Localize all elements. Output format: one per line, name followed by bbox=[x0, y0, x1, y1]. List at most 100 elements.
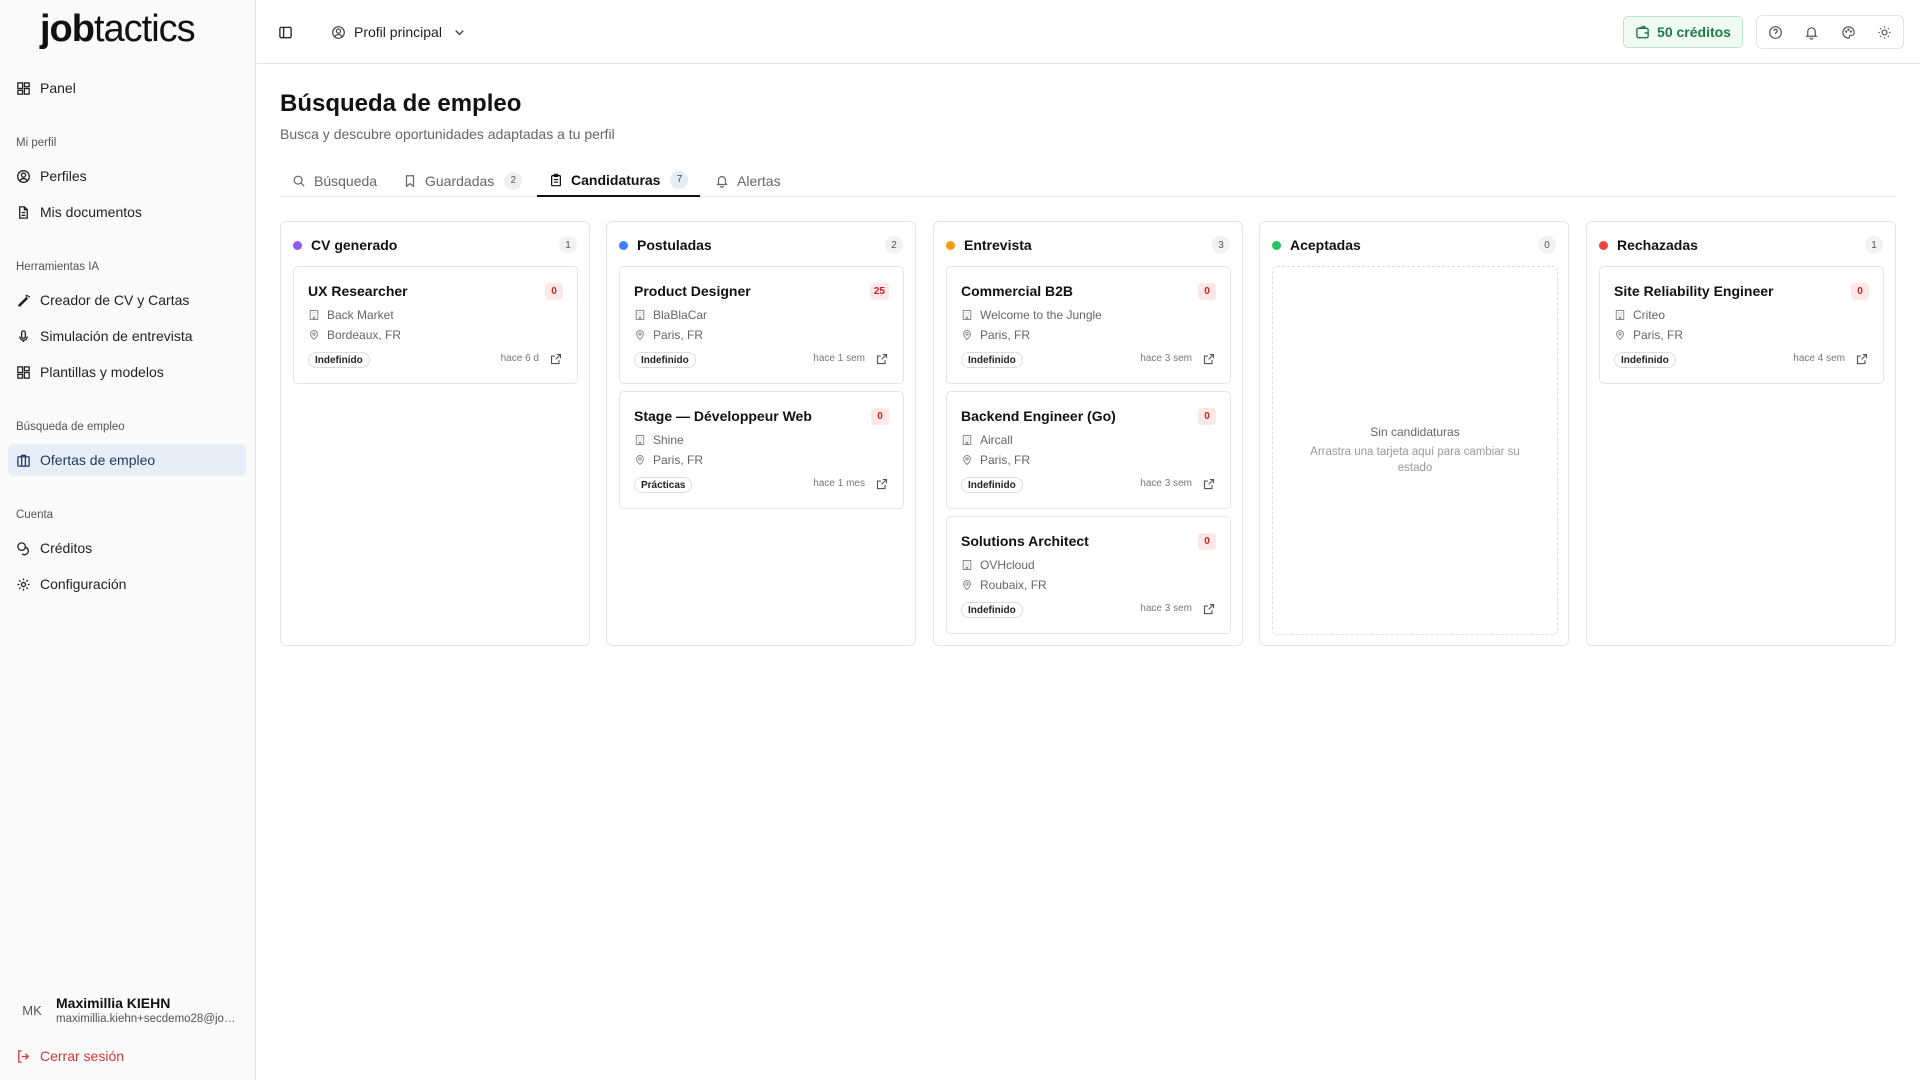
application-card[interactable]: Site Reliability Engineer 0 Criteo Paris… bbox=[1599, 266, 1884, 384]
empty-drop-zone[interactable]: Sin candidaturas Arrastra una tarjeta aq… bbox=[1272, 266, 1558, 635]
map-pin-icon bbox=[963, 330, 971, 341]
job-title: Product Designer bbox=[634, 283, 751, 299]
column-header: Aceptadas 0 bbox=[1272, 236, 1556, 254]
job-title: Site Reliability Engineer bbox=[1614, 283, 1774, 299]
column-interview: Entrevista 3 Commercial B2B 0 Welcome to… bbox=[933, 221, 1243, 646]
light-mode-button[interactable] bbox=[1873, 20, 1897, 44]
company: BlaBlaCar bbox=[634, 307, 707, 323]
open-external-button[interactable] bbox=[1855, 352, 1869, 366]
logout-icon bbox=[18, 1049, 30, 1063]
sidebar-item-settings[interactable]: Configuración bbox=[8, 568, 246, 600]
application-card[interactable]: UX Researcher 0 Back Market Bordeaux, FR… bbox=[293, 266, 578, 384]
sidebar-item-panel[interactable]: Panel bbox=[8, 72, 246, 104]
job-title: Stage — Développeur Web bbox=[634, 408, 812, 424]
top-header: Profil principal 50 créditos bbox=[257, 0, 1920, 64]
bookmark-icon bbox=[405, 174, 415, 187]
job-title: UX Researcher bbox=[308, 283, 408, 299]
match-score-badge: 25 bbox=[869, 283, 889, 300]
map-pin-icon bbox=[963, 580, 971, 591]
contract-type-tag: Indefinido bbox=[308, 352, 370, 368]
posted-time: hace 3 sem bbox=[1140, 478, 1192, 489]
tab-applications[interactable]: Candidaturas 7 bbox=[537, 164, 701, 197]
open-external-button[interactable] bbox=[875, 477, 889, 491]
contract-type-tag: Indefinido bbox=[961, 477, 1023, 493]
logout-button[interactable]: Cerrar sesión bbox=[16, 1046, 124, 1066]
help-icon bbox=[1768, 25, 1782, 39]
column-header: Rechazadas 1 bbox=[1599, 236, 1883, 254]
application-card[interactable]: Backend Engineer (Go) 0 Aircall Paris, F… bbox=[946, 391, 1231, 509]
tab-search[interactable]: Búsqueda bbox=[280, 164, 389, 197]
avatar: MK bbox=[22, 1002, 42, 1018]
contract-type-tag: Indefinido bbox=[961, 602, 1023, 618]
gear-icon bbox=[17, 577, 30, 591]
sidebar-item-interview-sim[interactable]: Simulación de entrevista bbox=[8, 320, 246, 352]
wallet-icon bbox=[1636, 25, 1649, 38]
company: Shine bbox=[634, 432, 684, 448]
map-pin-icon bbox=[636, 455, 644, 466]
coins-icon bbox=[17, 541, 29, 555]
contract-type-tag: Indefinido bbox=[1614, 352, 1676, 368]
sidebar-item-label: Creador de CV y Cartas bbox=[40, 292, 190, 308]
sidebar-item-credits[interactable]: Créditos bbox=[8, 532, 246, 564]
open-external-button[interactable] bbox=[1202, 602, 1216, 616]
application-card[interactable]: Product Designer 25 BlaBlaCar Paris, FR … bbox=[619, 266, 904, 384]
external-link-icon bbox=[1856, 353, 1868, 365]
building-icon bbox=[309, 310, 319, 320]
tab-alerts[interactable]: Alertas bbox=[703, 164, 793, 197]
sidebar-item-label: Mis documentos bbox=[40, 204, 142, 220]
profile-selector[interactable]: Profil principal bbox=[331, 20, 467, 44]
column-count: 1 bbox=[559, 236, 577, 254]
magic-wand-icon bbox=[17, 294, 31, 307]
open-external-button[interactable] bbox=[549, 352, 563, 366]
sidebar-item-cv-creator[interactable]: Creador de CV y Cartas bbox=[8, 284, 246, 316]
grid-icon bbox=[17, 365, 30, 379]
help-button[interactable] bbox=[1763, 20, 1787, 44]
credits-button[interactable]: 50 créditos bbox=[1623, 16, 1743, 48]
chevron-down-icon bbox=[455, 29, 464, 35]
sidebar-item-profiles[interactable]: Perfiles bbox=[8, 160, 246, 192]
clipboard-icon bbox=[551, 173, 561, 186]
notifications-button[interactable] bbox=[1800, 20, 1824, 44]
job-title: Solutions Architect bbox=[961, 533, 1089, 549]
theme-palette-button[interactable] bbox=[1836, 20, 1860, 44]
column-title: Postuladas bbox=[637, 237, 712, 253]
external-link-icon bbox=[550, 353, 562, 365]
sidebar-item-templates[interactable]: Plantillas y modelos bbox=[8, 356, 246, 388]
location: Paris, FR bbox=[961, 452, 1030, 468]
sidebar-item-documents[interactable]: Mis documentos bbox=[8, 196, 246, 228]
match-score-badge: 0 bbox=[1851, 283, 1869, 300]
open-external-button[interactable] bbox=[1202, 352, 1216, 366]
map-pin-icon bbox=[636, 330, 644, 341]
column-header: Entrevista 3 bbox=[946, 236, 1230, 254]
jobtactics-logo[interactable]: jobtactics bbox=[40, 8, 196, 56]
open-external-button[interactable] bbox=[875, 352, 889, 366]
header-icon-group bbox=[1756, 15, 1904, 49]
open-external-button[interactable] bbox=[1202, 477, 1216, 491]
column-title: Aceptadas bbox=[1290, 237, 1361, 253]
tab-saved[interactable]: Guardadas 2 bbox=[391, 164, 534, 197]
credits-label: 50 créditos bbox=[1657, 24, 1731, 40]
application-card[interactable]: Solutions Architect 0 OVHcloud Roubaix, … bbox=[946, 516, 1231, 634]
posted-time: hace 6 d bbox=[500, 353, 539, 364]
application-card[interactable]: Stage — Développeur Web 0 Shine Paris, F… bbox=[619, 391, 904, 509]
sidebar-section-jobs: Búsqueda de empleo bbox=[16, 421, 125, 433]
location: Paris, FR bbox=[634, 327, 703, 343]
sidebar-item-job-offers[interactable]: Ofertas de empleo bbox=[8, 444, 246, 476]
user-menu[interactable]: MK Maximillia KIEHN maximillia.kiehn+sec… bbox=[16, 988, 246, 1032]
sidebar-item-label: Plantillas y modelos bbox=[40, 364, 164, 380]
application-card[interactable]: Commercial B2B 0 Welcome to the Jungle P… bbox=[946, 266, 1231, 384]
contract-type-tag: Indefinido bbox=[634, 352, 696, 368]
user-name: Maximillia KIEHN bbox=[56, 995, 171, 1011]
sidebar-toggle-button[interactable] bbox=[273, 20, 297, 44]
user-email: maximillia.kiehn+secdemo28@jobtactics.io bbox=[56, 1013, 236, 1025]
status-dot bbox=[1599, 240, 1608, 250]
empty-hint: Arrastra una tarjeta aquí para cambiar s… bbox=[1310, 445, 1520, 474]
contract-type-tag: Prácticas bbox=[634, 477, 693, 493]
sidebar-item-label: Perfiles bbox=[40, 168, 87, 184]
match-score-badge: 0 bbox=[1198, 283, 1216, 300]
contract-type-tag: Indefinido bbox=[961, 352, 1023, 368]
map-pin-icon bbox=[963, 455, 971, 466]
tab-badge: 2 bbox=[504, 171, 523, 190]
external-link-icon bbox=[876, 478, 888, 490]
external-link-icon bbox=[1203, 603, 1215, 615]
